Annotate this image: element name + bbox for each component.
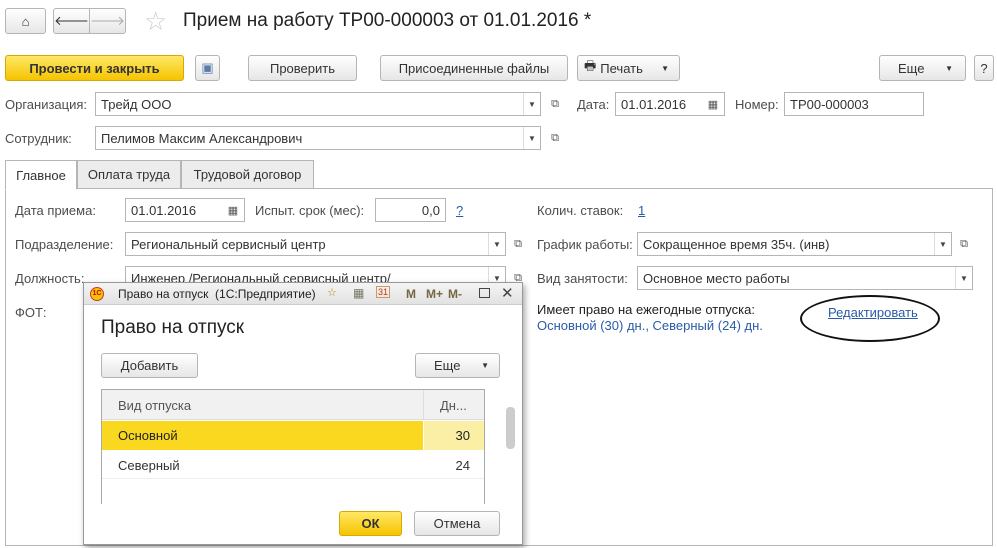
calendar-icon[interactable]: ▦ bbox=[702, 93, 724, 115]
schedule-field[interactable]: Сокращенное время 35ч. (инв) ▼ bbox=[637, 232, 952, 256]
memory-minus-button[interactable]: M- bbox=[448, 287, 462, 301]
save-icon: ▣ bbox=[201, 60, 214, 75]
vacation-days-cell: 24 bbox=[455, 458, 470, 473]
table-row[interactable]: Основной 30 bbox=[102, 421, 484, 450]
ok-button[interactable]: ОК bbox=[339, 511, 402, 536]
close-icon[interactable]: ✕ bbox=[501, 284, 514, 302]
open-icon[interactable]: ⧉ bbox=[955, 233, 973, 255]
probation-label: Испыт. срок (мес): bbox=[255, 203, 365, 218]
cancel-button[interactable]: Отмена bbox=[414, 511, 500, 536]
table-row[interactable]: Северный 24 bbox=[102, 450, 484, 479]
dropdown-icon[interactable]: ▼ bbox=[934, 233, 951, 255]
dialog-window-title: Право на отпуск (1С:Предприятие) bbox=[118, 287, 316, 301]
dropdown-icon[interactable]: ▼ bbox=[523, 127, 540, 149]
favorite-star-icon[interactable]: ☆ bbox=[144, 6, 167, 37]
calendar-icon[interactable]: 31 bbox=[376, 286, 391, 298]
vacation-type-cell: Основной bbox=[118, 428, 178, 443]
add-button[interactable]: Добавить bbox=[101, 353, 198, 378]
org-field[interactable]: Трейд ООО ▼ bbox=[95, 92, 541, 116]
open-icon[interactable]: ⧉ bbox=[546, 93, 564, 115]
vacation-label: Имеет право на ежегодные отпуска: bbox=[537, 302, 755, 317]
vacation-type-cell: Северный bbox=[118, 458, 180, 473]
chevron-down-icon: ▼ bbox=[661, 63, 669, 73]
print-button[interactable]: 🖶 Печать ▼ bbox=[577, 55, 680, 81]
dialog-more-button[interactable]: Еще ▼ bbox=[415, 353, 500, 378]
home-button[interactable]: ⌂ bbox=[5, 8, 46, 34]
row-cell-bg bbox=[424, 421, 484, 450]
employment-field[interactable]: Основное место работы ▼ bbox=[637, 266, 973, 290]
hire-date-field[interactable]: 01.01.2016 ▦ bbox=[125, 198, 245, 222]
employment-label: Вид занятости: bbox=[537, 271, 628, 286]
memory-button[interactable]: M bbox=[406, 287, 416, 301]
rates-link[interactable]: 1 bbox=[638, 203, 645, 218]
column-divider bbox=[423, 390, 424, 420]
table-scrollbar[interactable] bbox=[506, 407, 515, 449]
employee-field[interactable]: Пелимов Максим Александрович ▼ bbox=[95, 126, 541, 150]
chevron-down-icon: ▼ bbox=[945, 63, 953, 73]
tab-payment[interactable]: Оплата труда bbox=[77, 160, 181, 189]
org-label: Организация: bbox=[5, 97, 88, 112]
tab-contract[interactable]: Трудовой договор bbox=[181, 160, 314, 189]
date-field[interactable]: 01.01.2016 ▦ bbox=[615, 92, 725, 116]
position-label: Должность: bbox=[15, 271, 85, 286]
vacation-value: Основной (30) дн., Северный (24) дн. bbox=[537, 318, 763, 333]
vacation-table: Вид отпуска Дн... Основной 30 Северный 2… bbox=[101, 389, 485, 504]
attached-files-button[interactable]: Присоединенные файлы bbox=[380, 55, 568, 81]
page-title: Прием на работу ТР00-000003 от 01.01.201… bbox=[183, 10, 592, 31]
more-button[interactable]: Еще ▼ bbox=[879, 55, 966, 81]
vacation-dialog: 1С Право на отпуск (1С:Предприятие) ☆ ▦ … bbox=[83, 282, 523, 545]
schedule-label: График работы: bbox=[537, 237, 633, 252]
printer-icon: 🖶 bbox=[584, 58, 597, 73]
home-icon: ⌂ bbox=[21, 13, 30, 29]
fot-label: ФОТ: bbox=[15, 305, 47, 320]
dropdown-icon[interactable]: ▼ bbox=[488, 233, 505, 255]
number-label: Номер: bbox=[735, 97, 779, 112]
back-button[interactable]: 🡐 bbox=[53, 8, 90, 34]
number-field[interactable]: ТР00-000003 bbox=[784, 92, 924, 116]
favorite-icon[interactable]: ☆ bbox=[327, 286, 337, 299]
employee-label: Сотрудник: bbox=[5, 131, 72, 146]
tab-main[interactable]: Главное bbox=[5, 160, 77, 190]
hire-date-label: Дата приема: bbox=[15, 203, 96, 218]
date-label: Дата: bbox=[577, 97, 610, 112]
1c-logo-icon: 1С bbox=[90, 287, 104, 301]
dropdown-icon[interactable]: ▼ bbox=[955, 267, 972, 289]
vacation-days-cell: 30 bbox=[455, 428, 470, 443]
probation-help-link[interactable]: ? bbox=[456, 203, 463, 218]
forward-button[interactable]: 🡒 bbox=[89, 8, 126, 34]
help-button[interactable]: ? bbox=[974, 55, 994, 81]
maximize-icon[interactable] bbox=[479, 288, 490, 298]
chevron-down-icon: ▼ bbox=[481, 361, 489, 370]
probation-field[interactable]: 0,0 bbox=[375, 198, 446, 222]
calendar-icon[interactable]: ▦ bbox=[222, 199, 244, 221]
post-and-close-button[interactable]: Провести и закрыть bbox=[5, 55, 184, 81]
dropdown-icon[interactable]: ▼ bbox=[523, 93, 540, 115]
rates-label: Колич. ставок: bbox=[537, 203, 624, 218]
column-header-days[interactable]: Дн... bbox=[440, 398, 467, 413]
dept-label: Подразделение: bbox=[15, 237, 114, 252]
column-header-type[interactable]: Вид отпуска bbox=[118, 398, 191, 413]
dept-field[interactable]: Региональный сервисный центр ▼ bbox=[125, 232, 506, 256]
edit-vacation-link[interactable]: Редактировать bbox=[828, 305, 918, 320]
calculator-icon[interactable]: ▦ bbox=[353, 286, 364, 300]
check-button[interactable]: Проверить bbox=[248, 55, 357, 81]
memory-plus-button[interactable]: M+ bbox=[426, 287, 443, 301]
open-icon[interactable]: ⧉ bbox=[546, 127, 564, 149]
open-icon[interactable]: ⧉ bbox=[509, 233, 527, 255]
save-button[interactable]: ▣ bbox=[195, 55, 220, 81]
dialog-heading: Право на отпуск bbox=[101, 317, 245, 338]
